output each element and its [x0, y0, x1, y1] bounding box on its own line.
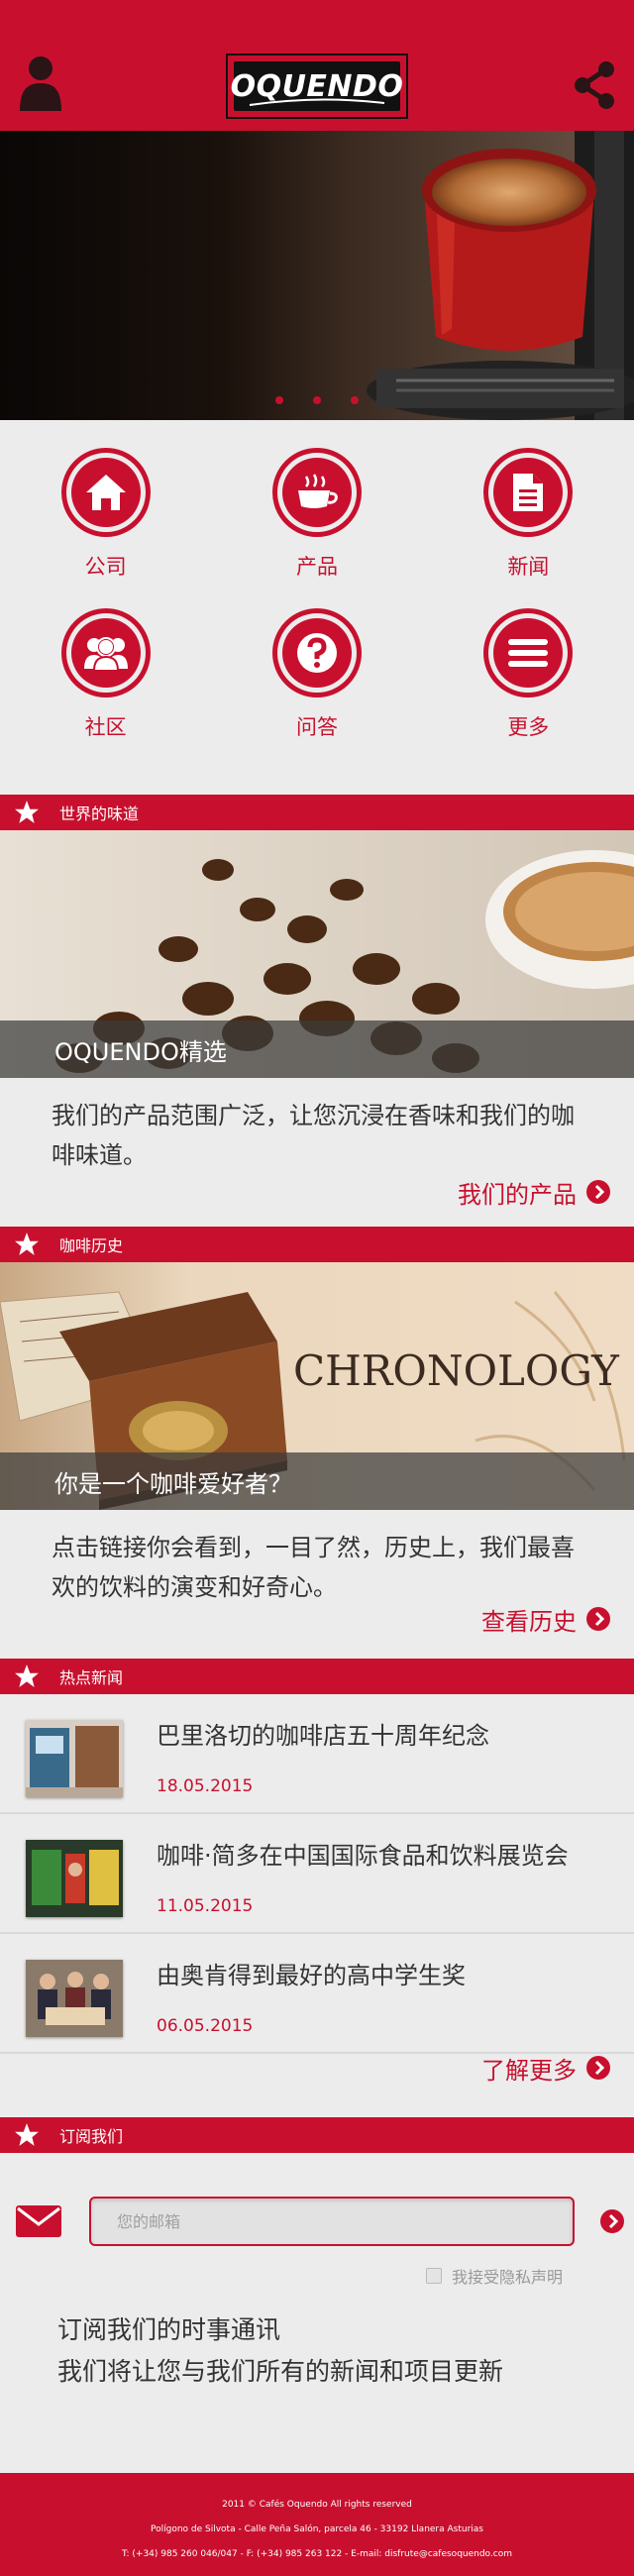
feature-description: 我们的产品范围广泛，让您沉浸在香味和我们的咖啡味道。: [52, 1102, 575, 1169]
home-icon: [60, 448, 151, 537]
section-bar-history: 咖啡历史: [0, 1227, 634, 1262]
chevron-right-icon: [586, 1180, 610, 1204]
feature-caption: 你是一个咖啡爱好者？: [0, 1452, 634, 1510]
section-title: 订阅我们: [59, 2127, 124, 2146]
footer: 2011 © Cafés Oquendo All rights reserved…: [0, 2473, 634, 2576]
logo-swoosh: [249, 98, 385, 106]
nav-community[interactable]: 社区: [0, 608, 211, 769]
feature-description: 点击链接你会看到，一目了然，历史上，我们最喜欢的饮料的演变和好奇心。: [52, 1534, 575, 1601]
nav-more[interactable]: 更多: [423, 608, 634, 769]
link-label: 了解更多: [481, 2056, 577, 2085]
menu-icon: [483, 608, 574, 698]
news-title: 由奥肯得到最好的高中学生奖: [157, 1962, 466, 1989]
footer-copyright: 2011 © Cafés Oquendo All rights reserved: [222, 2500, 412, 2510]
news-item[interactable]: 咖啡·简多在中国国际食品和饮料展览会 11.05.2015: [0, 1814, 634, 1934]
hero-slider[interactable]: [0, 131, 634, 420]
coffee-cup-icon: [271, 448, 362, 537]
page: OQUENDO 公司 产品 新闻 社区 问答 更多 世界的味道 OQUENDO精…: [0, 0, 634, 2576]
star-icon: [15, 1233, 39, 1255]
main-nav-grid: 公司 产品 新闻 社区 问答 更多: [0, 420, 634, 795]
taste-image[interactable]: OQUENDO精选: [0, 830, 634, 1078]
section-bar-news: 热点新闻: [0, 1659, 634, 1694]
slider-dot[interactable]: [351, 396, 359, 404]
nav-label: 问答: [295, 715, 338, 739]
hero-coffee-image: [367, 131, 634, 420]
news-list: 巴里洛切的咖啡店五十周年纪念 18.05.2015 咖啡·简多在中国国际食品和饮…: [0, 1694, 634, 2054]
nav-news[interactable]: 新闻: [423, 448, 634, 608]
feature-caption: OQUENDO精选: [0, 1020, 634, 1078]
subscribe-description: 订阅我们的时事通讯 我们将让您与我们所有的新闻和项目更新: [0, 2288, 634, 2393]
news-item[interactable]: 由奥肯得到最好的高中学生奖 06.05.2015: [0, 1934, 634, 2054]
nav-label: 社区: [84, 715, 127, 739]
section-title: 热点新闻: [59, 1668, 124, 1687]
subscribe-line-2: 我们将让您与我们所有的新闻和项目更新: [57, 2357, 504, 2386]
chevron-right-icon[interactable]: [600, 2209, 624, 2233]
email-field[interactable]: [89, 2197, 575, 2246]
share-icon[interactable]: [573, 59, 616, 111]
app-header: OQUENDO: [0, 0, 634, 131]
mail-icon: [16, 2205, 61, 2237]
news-date: 06.05.2015: [157, 2016, 254, 2036]
section-title: 咖啡历史: [59, 1236, 124, 1255]
link-label: 查看历史: [481, 1607, 577, 1636]
privacy-consent: 我接受隐私声明: [0, 2264, 634, 2288]
link-label: 我们的产品: [458, 1180, 577, 1209]
slider-dot[interactable]: [275, 396, 283, 404]
news-date: 18.05.2015: [157, 1776, 254, 1796]
news-thumbnail: [26, 1960, 123, 2037]
privacy-label: 我接受隐私声明: [451, 2268, 563, 2287]
news-date: 11.05.2015: [157, 1896, 254, 1916]
section-bar-subscribe: 订阅我们: [0, 2117, 634, 2153]
document-icon: [483, 448, 574, 537]
learn-more-link[interactable]: 了解更多: [0, 2052, 634, 2085]
footer-contact: T: (+34) 985 260 046/047 - F: (+34) 985 …: [121, 2549, 512, 2559]
question-icon: [271, 608, 362, 698]
section-bar-taste: 世界的味道: [0, 795, 634, 830]
footer-address: Polígono de Silvota - Calle Peña Salón, …: [151, 2524, 483, 2534]
section-title: 世界的味道: [59, 805, 140, 823]
nav-company[interactable]: 公司: [0, 448, 211, 608]
people-icon: [60, 608, 151, 698]
nav-faq[interactable]: 问答: [211, 608, 422, 769]
history-image[interactable]: CHRONOLOGY 你是一个咖啡爱好者？: [0, 1262, 634, 1510]
subscribe-form: [0, 2153, 634, 2252]
slider-dot[interactable]: [313, 396, 321, 404]
nav-label: 新闻: [507, 555, 550, 579]
chronology-word: CHRONOLOGY: [293, 1346, 620, 1395]
star-icon: [15, 801, 39, 823]
star-icon: [15, 1664, 39, 1687]
our-products-link[interactable]: 我们的产品: [0, 1177, 634, 1209]
nav-label: 更多: [507, 715, 550, 739]
news-title: 巴里洛切的咖啡店五十周年纪念: [157, 1722, 489, 1750]
chevron-right-icon: [586, 2056, 610, 2080]
slider-dots: [0, 396, 634, 404]
news-thumbnail: [26, 1720, 123, 1797]
star-icon: [15, 2123, 39, 2146]
subscribe-line-1: 订阅我们的时事通讯: [57, 2315, 281, 2344]
nav-label: 公司: [84, 555, 127, 579]
news-title: 咖啡·简多在中国国际食品和饮料展览会: [157, 1842, 569, 1870]
oquendo-logo[interactable]: OQUENDO: [226, 54, 408, 119]
nav-label: 产品: [295, 555, 338, 579]
news-item[interactable]: 巴里洛切的咖啡店五十周年纪念 18.05.2015: [0, 1694, 634, 1814]
nav-products[interactable]: 产品: [211, 448, 422, 608]
news-thumbnail: [26, 1840, 123, 1917]
user-icon[interactable]: [18, 54, 63, 111]
privacy-checkbox[interactable]: [425, 2268, 442, 2284]
chevron-right-icon: [586, 1607, 610, 1631]
